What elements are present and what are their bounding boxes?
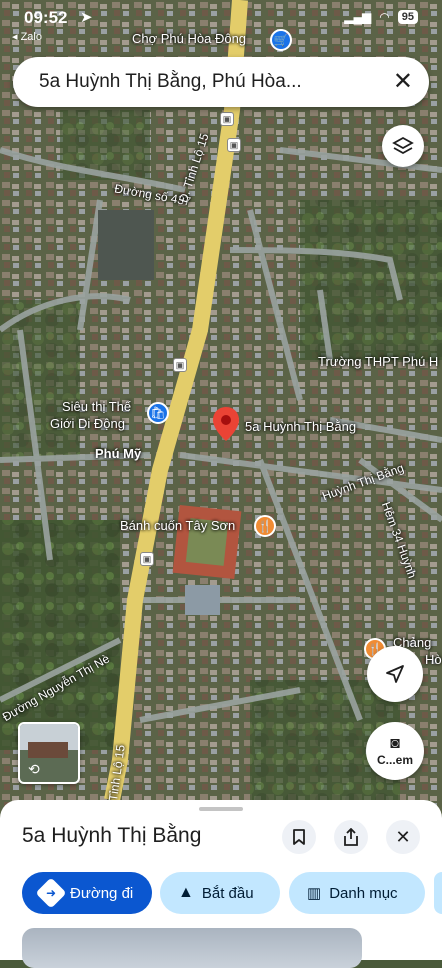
back-to-app-link[interactable]: ◂ Zalo: [12, 30, 42, 43]
my-location-button[interactable]: [367, 646, 423, 702]
navigation-icon: ▲: [178, 884, 194, 901]
close-icon: ✕: [395, 826, 411, 847]
sheet-drag-handle[interactable]: [199, 807, 243, 811]
street-view-thumbnail[interactable]: ⟲: [18, 722, 80, 784]
label-banh-cuon[interactable]: Bánh cuốn Tây Sơn: [120, 518, 235, 533]
label-truong-thpt[interactable]: Trường THPT Phú H: [318, 354, 438, 369]
bus-stop-icon[interactable]: ▣: [173, 358, 187, 372]
label-pin[interactable]: 5a Huỳnh Thị Bằng: [245, 419, 356, 434]
rotate-icon: ⟲: [28, 761, 40, 777]
camera-icon: ◙: [390, 735, 400, 752]
camera-label: C...em: [376, 753, 413, 767]
close-sheet-button[interactable]: ✕: [386, 820, 420, 854]
label-phu-my: Phú Mỹ: [95, 446, 142, 461]
signal-icon: ▂▄▆: [344, 10, 372, 24]
battery-icon: 95: [397, 10, 418, 24]
status-bar: 09:52 ➤ ◂ Zalo ▂▄▆ ◠ 95: [0, 0, 442, 48]
wifi-icon: ◠: [379, 10, 390, 24]
location-arrow-icon: ➤: [80, 9, 93, 26]
label-chang-2[interactable]: Hò: [425, 652, 442, 667]
place-photo[interactable]: [22, 928, 362, 968]
navigation-arrow-icon: [386, 665, 404, 683]
share-button[interactable]: [334, 820, 368, 854]
bookmark-icon: [293, 829, 305, 845]
bus-stop-icon[interactable]: ▣: [227, 138, 241, 152]
directions-icon: ➜: [35, 877, 67, 909]
more-chip[interactable]: [434, 872, 442, 914]
start-label: Bắt đầu: [201, 884, 254, 902]
layers-button[interactable]: [382, 125, 424, 167]
layers-icon: [392, 136, 414, 155]
search-bar[interactable]: 5a Huỳnh Thị Bằng, Phú Hòa... ✕: [13, 57, 429, 107]
save-button[interactable]: [282, 820, 316, 854]
search-query[interactable]: 5a Huỳnh Thị Bằng, Phú Hòa...: [39, 71, 302, 93]
bus-stop-icon[interactable]: ▣: [140, 552, 154, 566]
share-icon: [344, 828, 358, 846]
bus-stop-icon[interactable]: ▣: [220, 112, 234, 126]
status-time: 09:52: [24, 8, 68, 27]
label-sieu-thi-line2[interactable]: Giới Di Động: [50, 416, 125, 431]
start-button[interactable]: ▲ Bắt đầu: [160, 872, 280, 914]
location-pin-icon[interactable]: [213, 407, 239, 441]
close-icon[interactable]: ✕: [393, 67, 413, 96]
store-icon: ▥: [307, 885, 322, 902]
directions-button[interactable]: ➜ Đường đi: [22, 872, 152, 914]
category-button[interactable]: ▥ Danh mục: [289, 872, 425, 914]
place-sheet[interactable]: 5a Huỳnh Thị Bằng ✕ ➜ Đường đi ▲ Bắt đầu…: [0, 800, 442, 968]
shopping-bag-icon[interactable]: 🛍: [147, 402, 169, 424]
label-sieu-thi-line1[interactable]: Siêu thị Thế: [62, 399, 131, 414]
place-title: 5a Huỳnh Thị Bằng: [22, 824, 202, 847]
category-label: Danh mục: [329, 884, 398, 902]
camera-search-button[interactable]: ◙ C...em: [366, 722, 424, 780]
restaurant-icon[interactable]: 🍴: [254, 515, 276, 537]
directions-label: Đường đi: [70, 884, 134, 902]
